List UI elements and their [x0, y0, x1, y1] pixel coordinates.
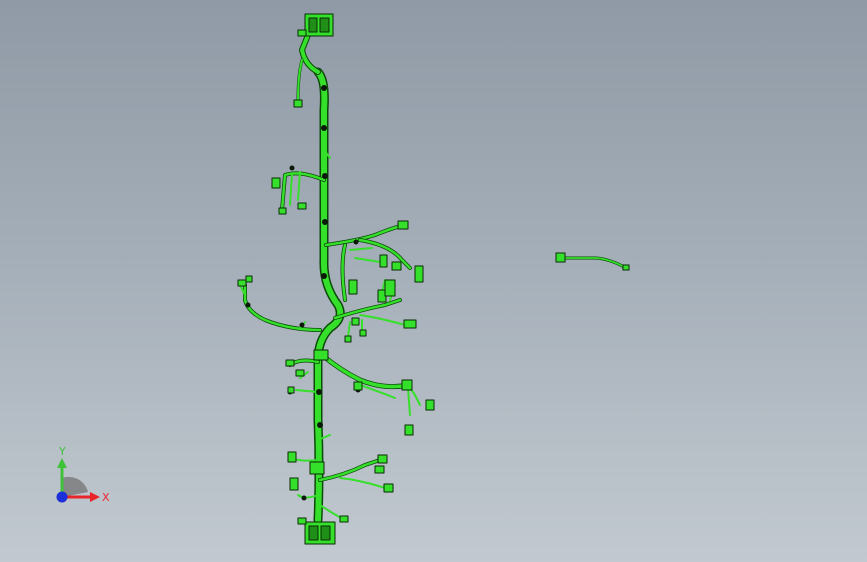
connector-bottom-1[interactable]	[377, 454, 388, 464]
connector-mid-7[interactable]	[359, 329, 367, 337]
connector-lower-right-3[interactable]	[404, 424, 414, 436]
detached-cable-connector[interactable]	[555, 252, 566, 263]
connector-upper-right-3[interactable]	[391, 261, 402, 271]
connector-upper-right[interactable]	[397, 220, 409, 230]
mid-left-branch[interactable]	[239, 281, 322, 332]
3d-viewport[interactable]: Y X	[0, 0, 867, 562]
connectors[interactable]	[237, 13, 435, 545]
connector-bottom-3[interactable]	[383, 483, 394, 493]
top-connector[interactable]	[297, 13, 334, 37]
connector-upper-left[interactable]	[271, 177, 281, 189]
connector-lower-right-1[interactable]	[401, 379, 413, 391]
connector-bottom-2[interactable]	[374, 465, 385, 474]
x-axis-arrow-icon	[90, 492, 100, 502]
connector-junction[interactable]	[313, 349, 329, 361]
connector-mid-1[interactable]	[348, 279, 358, 295]
connector-lower-left-1[interactable]	[285, 359, 295, 367]
bottom-branch[interactable]	[291, 434, 386, 521]
connector-bottom-6[interactable]	[309, 461, 325, 475]
connector-upper-left-2[interactable]	[278, 207, 287, 215]
connector-upper-right-4[interactable]	[414, 265, 424, 283]
main-trunk[interactable]	[313, 67, 345, 525]
connector-mid-5[interactable]	[403, 319, 417, 329]
connector-left-1[interactable]	[237, 279, 247, 287]
connector-mid-4[interactable]	[351, 317, 360, 326]
connector-bottom-4[interactable]	[287, 451, 297, 463]
connector-upper-left-3[interactable]	[297, 202, 307, 210]
connector-bottom-5[interactable]	[289, 477, 299, 491]
harness-model-canvas[interactable]: Y X	[0, 0, 867, 562]
connector-small[interactable]	[293, 99, 303, 108]
connector-left-2[interactable]	[245, 275, 253, 283]
connector-upper-right-2[interactable]	[379, 254, 388, 268]
connector-lower-right-4[interactable]	[353, 381, 363, 391]
connector-mid-3[interactable]	[384, 279, 396, 297]
wire-harness-model[interactable]	[237, 13, 435, 545]
y-axis-label: Y	[58, 445, 66, 458]
connector-bottom-7[interactable]	[339, 515, 349, 523]
connector-mid-6[interactable]	[344, 335, 352, 343]
x-axis-label: X	[102, 491, 110, 504]
coordinate-triad: Y X	[56, 445, 110, 504]
top-branch[interactable]	[296, 27, 321, 102]
bottom-connector[interactable]	[297, 517, 336, 545]
connector-lower-right-2[interactable]	[425, 399, 435, 411]
z-axis-dot-icon	[56, 491, 68, 503]
connector-lower-left-3[interactable]	[295, 369, 305, 377]
detached-cable-terminal[interactable]	[622, 264, 630, 271]
detached-cable[interactable]	[555, 252, 630, 271]
connector-lower-left-2[interactable]	[287, 386, 295, 394]
y-axis-arrow-icon	[57, 458, 67, 468]
